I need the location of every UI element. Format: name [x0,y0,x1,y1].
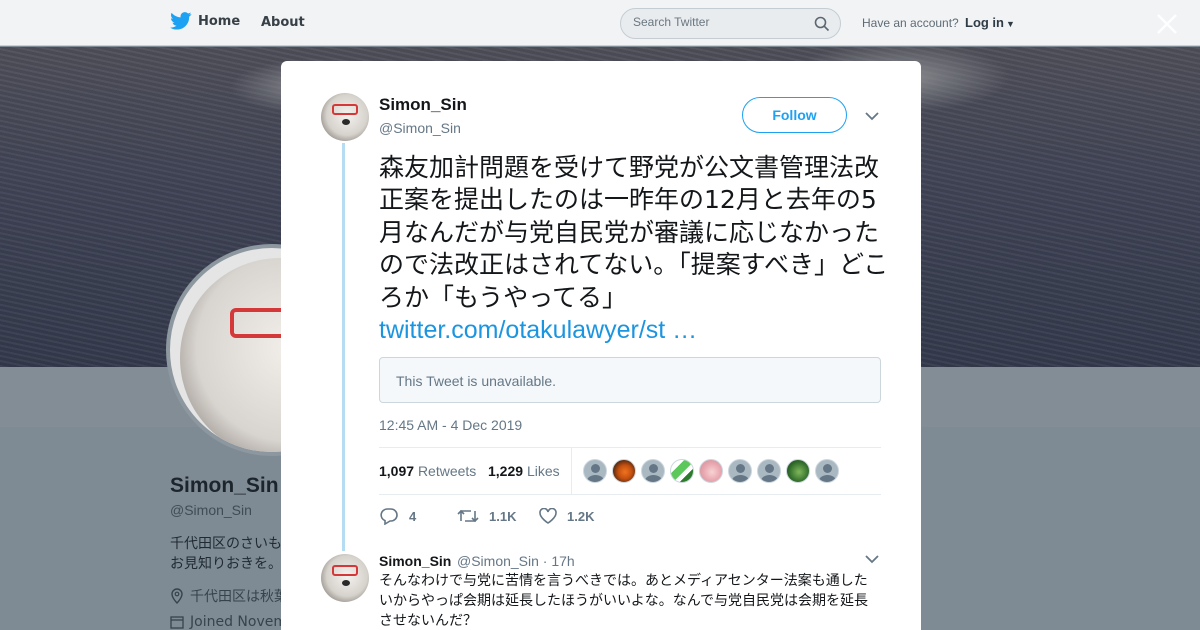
liker-avatar[interactable] [699,459,723,483]
like-count: 1.2K [567,508,595,524]
retweets-stat[interactable]: 1,097 Retweets [379,463,476,479]
liker-avatar[interactable] [641,459,665,483]
likes-label: Likes [526,463,560,479]
author-name[interactable]: Simon_Sin [379,95,467,115]
twitter-bird-icon [170,12,192,30]
top-navigation-bar: Home About Have an account? Log in▼ [0,0,1200,46]
reply-author-name[interactable]: Simon_Sin [379,553,451,569]
tweet-link[interactable]: twitter.com/otakulawyer/st … [379,316,697,344]
profile-location-text: 千代田区は秋葉 [190,589,288,605]
chevron-down-icon[interactable] [865,554,879,564]
likes-count: 1,229 [488,463,524,479]
reply-icon [380,508,398,525]
stats-divider [571,448,572,494]
liker-avatar[interactable] [612,459,636,483]
liker-avatar[interactable] [815,459,839,483]
location-pin-icon [171,588,183,604]
tweet-timestamp[interactable]: 12:45 AM - 4 Dec 2019 [379,417,522,433]
nav-home-link[interactable]: Home [170,12,240,30]
tweet-text: 森友加計問題を受けて野党が公文書管理法改正案を提出したのは一昨年の12月と去年の… [379,152,889,346]
profile-handle: @Simon_Sin [170,502,252,518]
profile-bio: 千代田区のさいも お見知りおきを。 [170,534,282,574]
retweets-label: Retweets [417,463,477,479]
liker-avatar[interactable] [786,459,810,483]
reply-tweet-text: そんなわけで与党に苦情を言うべきでは。あとメディアセンター法案も通したいからやっ… [379,573,869,629]
search-box[interactable] [620,8,841,39]
profile-joined-text: Joined Novem [190,614,287,630]
liker-avatar[interactable] [670,459,694,483]
account-prompt: Have an account? [862,16,959,30]
retweet-button[interactable]: 1.1K [457,508,539,524]
reply-button[interactable]: 4 [379,507,457,525]
calendar-icon [170,616,184,629]
author-avatar[interactable] [321,93,369,141]
retweet-count: 1.1K [489,508,517,524]
profile-location: 千代田区は秋葉 [170,586,288,606]
liker-avatar[interactable] [583,459,607,483]
profile-bio-line: お見知りおきを。 [170,556,282,572]
reply-count: 4 [409,508,417,524]
chevron-down-icon: ▼ [1006,19,1015,29]
profile-name: Simon_Sin [170,474,279,497]
liker-avatar[interactable] [728,459,752,483]
reply-author-avatar[interactable] [321,554,369,602]
author-handle[interactable]: @Simon_Sin [379,120,461,136]
search-icon[interactable] [814,16,830,32]
avatar-glasses [332,565,358,576]
reply-author-handle[interactable]: @Simon_Sin · 17h [457,553,575,569]
like-button[interactable]: 1.2K [539,508,621,524]
chevron-down-icon[interactable] [865,111,879,121]
likes-stat[interactable]: 1,229 Likes [488,463,560,479]
liker-avatar[interactable] [757,459,781,483]
conversation-thread-line [342,143,345,551]
profile-joined: Joined Novem [170,614,287,630]
login-label: Log in [965,15,1004,30]
quoted-tweet-unavailable: This Tweet is unavailable. [379,357,881,403]
avatar-glasses [332,104,358,115]
login-button[interactable]: Log in ▼ [965,15,1015,30]
avatar-nose [342,580,350,586]
retweet-icon [457,509,479,523]
heart-icon [539,508,557,524]
avatar-nose [342,119,350,125]
liker-avatars [583,459,839,483]
tweet-body: 森友加計問題を受けて野党が公文書管理法改正案を提出したのは一昨年の12月と去年の… [379,153,889,312]
nav-home-label: Home [198,13,241,29]
follow-button[interactable]: Follow [742,97,847,133]
tweet-permalink-modal: Simon_Sin @Simon_Sin Follow 森友加計問題を受けて野党… [281,61,921,630]
profile-bio-line: 千代田区のさいも [170,536,282,552]
tweet-stats: 1,097 Retweets 1,229 Likes [379,447,881,495]
tweet-actions: 4 1.1K 1.2K [379,505,621,527]
search-input[interactable] [633,15,813,29]
nav-about-link[interactable]: About [261,15,305,30]
close-icon[interactable] [1155,12,1179,36]
retweets-count: 1,097 [379,463,415,479]
